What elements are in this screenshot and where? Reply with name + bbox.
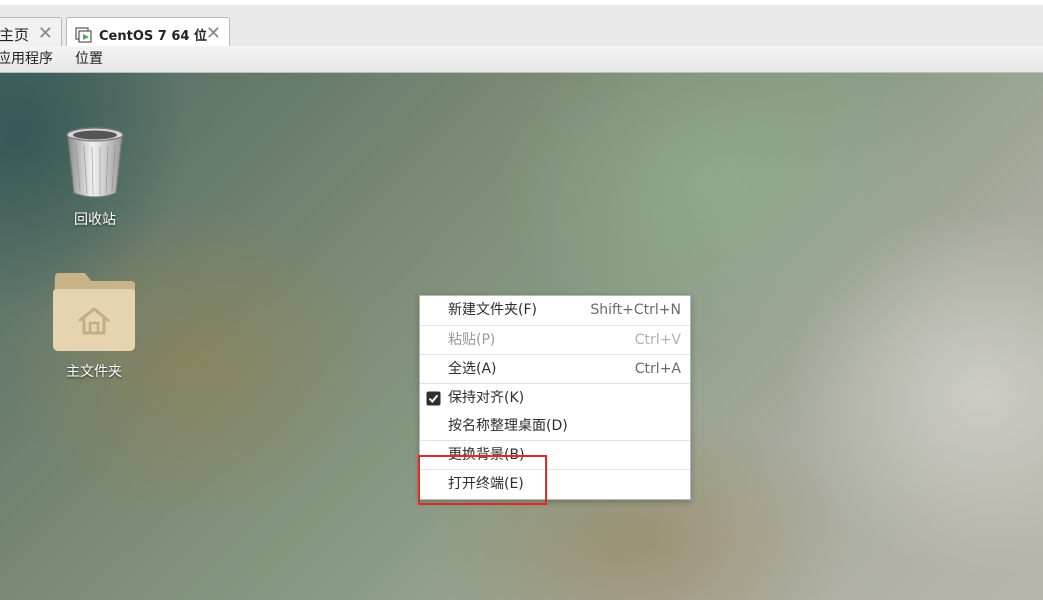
menu-item-accelerator: Ctrl+V [634, 332, 681, 348]
desktop-icon-home-folder[interactable]: 主文件夹 [39, 271, 149, 381]
screen: 主页 ✕ CentOS 7 64 位 ✕ 应用程序 位置 回收站 主文件夹 新建… [0, 0, 1043, 600]
menu-item-paste[interactable]: 粘贴(P) Ctrl+V [420, 326, 690, 355]
menu-item-accelerator: Ctrl+A [634, 361, 681, 377]
menu-item-label: 全选(A) [448, 361, 497, 377]
checkbox-checked-icon[interactable] [426, 391, 441, 406]
desktop-icon-trash-label: 回收站 [74, 212, 116, 228]
menu-item-label: 保持对齐(K) [448, 390, 525, 406]
vm-icon [75, 26, 92, 43]
tab-centos-close-icon[interactable]: ✕ [206, 24, 221, 44]
home-folder-icon [53, 273, 135, 351]
menu-item-select-all[interactable]: 全选(A) Ctrl+A [420, 355, 690, 384]
menu-item-label: 按名称整理桌面(D) [448, 418, 568, 434]
desktop-icon-trash[interactable]: 回收站 [40, 125, 150, 229]
applications-menu[interactable]: 应用程序 [0, 49, 53, 69]
menu-item-arrange-by-name[interactable]: 按名称整理桌面(D) [420, 412, 690, 441]
desktop-icon-home-folder-label: 主文件夹 [66, 364, 122, 380]
tab-home-close-icon[interactable]: ✕ [38, 24, 53, 44]
menu-item-keep-aligned[interactable]: 保持对齐(K) [420, 384, 690, 413]
tab-home-label: 主页 [0, 26, 30, 44]
menu-item-new-folder[interactable]: 新建文件夹(F) Shift+Ctrl+N [420, 296, 690, 325]
top-panel: 应用程序 位置 [0, 46, 1043, 73]
menu-item-label: 新建文件夹(F) [448, 302, 537, 318]
annotation-highlight-box [418, 455, 547, 505]
vm-tab-bar: 主页 ✕ CentOS 7 64 位 ✕ [0, 0, 1043, 51]
tab-centos-label: CentOS 7 64 位 [99, 29, 207, 44]
menu-item-accelerator: Shift+Ctrl+N [590, 302, 681, 318]
trash-icon [66, 127, 124, 198]
menu-item-label: 粘贴(P) [448, 332, 496, 348]
places-menu[interactable]: 位置 [75, 49, 103, 69]
